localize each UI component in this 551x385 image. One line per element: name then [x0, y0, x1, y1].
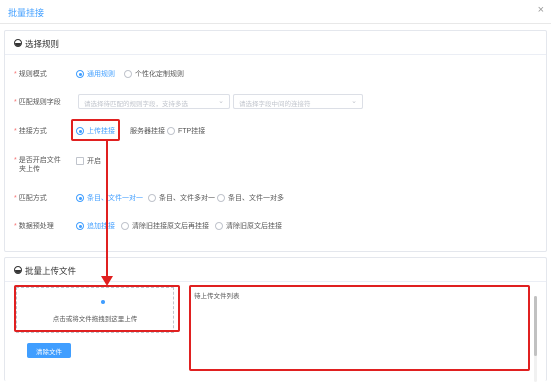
clear-files-button[interactable]: 清除文件 — [27, 343, 71, 358]
match-fields-label: * 匹配规则字段 — [14, 99, 61, 106]
section-icon — [14, 266, 22, 274]
radio-append-attach[interactable]: 追加挂接 — [76, 221, 115, 231]
scrollbar-thumb[interactable] — [534, 296, 537, 356]
scrollbar[interactable] — [534, 296, 537, 382]
radio-clear-old-attach[interactable]: 清除旧原文后挂接 — [215, 221, 282, 231]
rules-panel: 选择规则 — [4, 30, 547, 252]
radio-server-attach[interactable]: 服务器挂接 — [130, 126, 165, 136]
attach-method-label: * 挂接方式 — [14, 128, 47, 135]
folder-upload-checkbox[interactable]: 开启 — [76, 156, 101, 166]
radio-many-to-one[interactable]: 条目、文件多对一 — [148, 193, 215, 203]
upload-section-title: 批量上传文件 — [25, 266, 77, 276]
annotation-box-file-list — [189, 285, 530, 371]
radio-general-rule[interactable]: 通用规则 — [76, 69, 115, 79]
folder-upload-label: * 是否开启文件 夹上传 — [14, 157, 61, 173]
rule-mode-label: * 规则模式 — [14, 71, 47, 78]
match-method-label: * 匹配方式 — [14, 195, 47, 202]
dialog-header: 批量挂接 × — [0, 0, 551, 24]
close-icon[interactable]: × — [538, 5, 544, 16]
chevron-down-icon: ⌄ — [218, 98, 224, 105]
radio-one-to-many[interactable]: 条目、文件一对多 — [217, 193, 284, 203]
upload-panel-header: 批量上传文件 — [5, 258, 546, 282]
radio-one-to-one[interactable]: 条目、文件一对一 — [76, 193, 143, 203]
chevron-down-icon: ⌄ — [351, 98, 357, 105]
dialog-title: 批量挂接 — [8, 8, 45, 18]
match-fields-select[interactable]: 请选择待匹配的规则字段，支持多选 ⌄ — [78, 94, 230, 109]
annotation-box-upload-area — [14, 285, 180, 332]
section-icon — [14, 39, 22, 47]
preprocess-label: * 数据预处理 — [14, 223, 54, 230]
radio-ftp-attach[interactable]: FTP挂接 — [167, 126, 205, 136]
rules-panel-header: 选择规则 — [5, 31, 546, 55]
connector-select[interactable]: 请选择字段中间的连接符 ⌄ — [233, 94, 363, 109]
annotation-box-upload-attach — [71, 119, 120, 141]
radio-custom-rule[interactable]: 个性化定制规则 — [124, 69, 184, 79]
radio-clear-then-attach[interactable]: 清除旧挂接原文后再挂接 — [121, 221, 209, 231]
rules-section-title: 选择规则 — [25, 39, 60, 49]
